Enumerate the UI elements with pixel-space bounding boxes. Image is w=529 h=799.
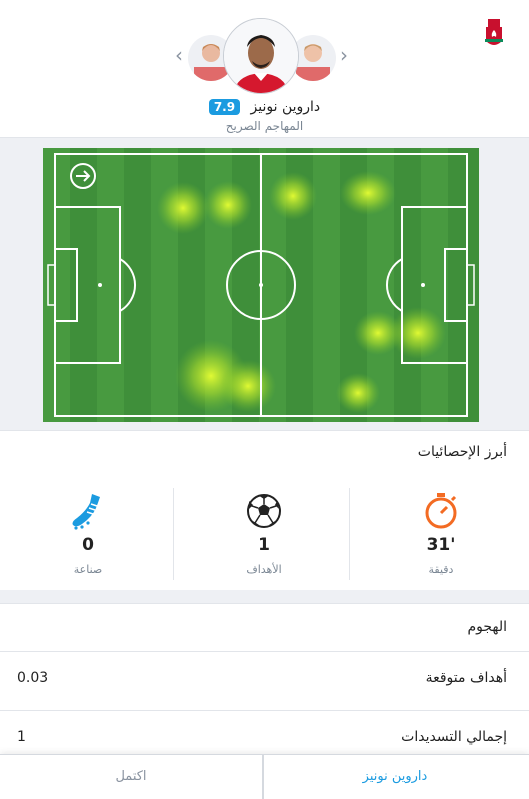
player-name-row: داروين نونيز 7.9 [0, 99, 529, 115]
top-stats-title: أبرز الإحصائيات [417, 444, 507, 460]
tab-more[interactable]: اكتمل [0, 755, 262, 799]
stat-row: أهداف متوقعة 0.03 [0, 651, 529, 710]
tab-player[interactable]: داروين نونيز [264, 755, 526, 799]
goals-value: 1 [258, 535, 270, 555]
stat-row-value: 1 [17, 729, 26, 745]
attack-section-title: الهجوم [467, 619, 507, 635]
stat-minutes: 31' دقيقة [353, 477, 529, 590]
goals-label: الأهداف [246, 563, 282, 576]
stat-row-label: أهداف متوقعة [425, 670, 507, 686]
rating-badge: 7.9 [208, 99, 241, 115]
stat-row-label: إجمالي التسديدات [401, 729, 507, 745]
stopwatch-icon [425, 493, 457, 529]
bottom-tab-bar: اكتمل داروين نونيز [0, 754, 529, 799]
assists-label: صناعة [73, 563, 103, 576]
player-name: داروين نونيز [250, 99, 321, 115]
prev-player-chevron-left-icon[interactable]: ‹ [170, 44, 188, 66]
top-stats-header: أبرز الإحصائيات [0, 430, 529, 478]
club-crest-icon [485, 19, 503, 45]
attack-section: الهجوم أهداف متوقعة 0.03 إجمالي التسديدا… [0, 603, 529, 755]
minutes-value: 31' [426, 535, 456, 555]
boot-icon [72, 494, 100, 530]
heatmap-pitch [43, 148, 479, 422]
soccer-ball-icon [247, 494, 281, 528]
player-position: المهاجم الصريح [225, 119, 304, 133]
next-player-chevron-right-icon[interactable]: › [335, 44, 353, 66]
player-header: ‹ › داروين نونيز 7.9 المهاجم الصريح [0, 0, 529, 138]
stat-assists: 0 صناعة [0, 477, 176, 590]
stat-row-value: 0.03 [17, 670, 49, 686]
assists-value: 0 [82, 535, 94, 555]
stat-goals: 1 الأهداف [176, 477, 352, 590]
player-avatar [223, 18, 299, 94]
minutes-label: دقيقة [428, 563, 454, 576]
top-stats-cards: 31' دقيقة 1 الأهداف 0 صناعة [0, 477, 529, 590]
